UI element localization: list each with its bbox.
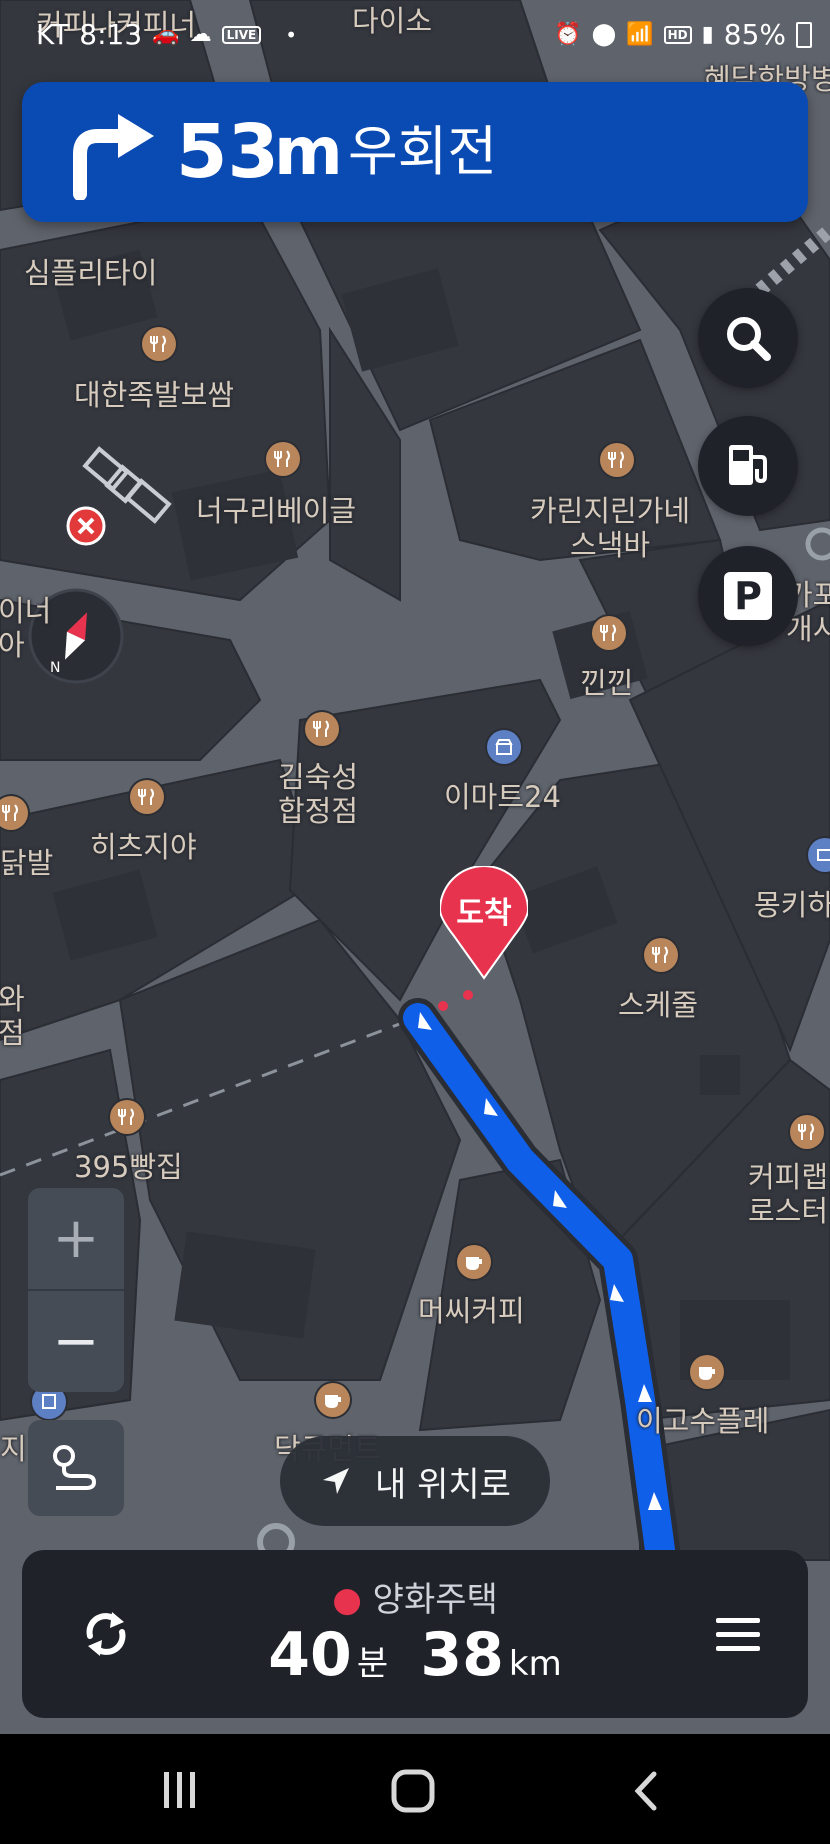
restaurant-icon[interactable] bbox=[644, 938, 678, 972]
zoom-controls: + − bbox=[28, 1188, 124, 1392]
location-arrow-icon bbox=[323, 1468, 350, 1494]
eta-value: 40 bbox=[268, 1620, 352, 1690]
menu-button[interactable] bbox=[698, 1594, 778, 1674]
destination-name: 양화주택 bbox=[372, 1580, 498, 1620]
poi-label[interactable]: 닭발 bbox=[0, 846, 53, 880]
poi-label[interactable]: 김숙성 합정점 bbox=[278, 760, 358, 828]
arrival-marker[interactable]: 도착 bbox=[440, 866, 528, 982]
restaurant-icon[interactable] bbox=[305, 712, 339, 746]
battery-label: 85% bbox=[723, 18, 786, 51]
poi-label[interactable]: 몽키하 bbox=[754, 888, 830, 922]
trip-summary-panel: ● 양화주택 40 분 38 km bbox=[22, 1550, 808, 1718]
cafe-icon[interactable] bbox=[457, 1245, 491, 1279]
turn-instruction-text: 우회전 bbox=[348, 120, 498, 183]
plus-icon: + bbox=[52, 1205, 100, 1271]
menu-icon bbox=[716, 1618, 760, 1651]
poi-label[interactable]: 히츠지야 bbox=[90, 830, 197, 864]
zoom-in-button[interactable]: + bbox=[28, 1188, 124, 1291]
time-label: 8:13 bbox=[79, 18, 143, 51]
turn-instruction-banner[interactable]: 53 m 우회전 bbox=[22, 82, 808, 222]
poi-label[interactable]: 이마트24 bbox=[444, 780, 561, 814]
eta-row: 40 분 38 km bbox=[22, 1620, 808, 1690]
store-icon[interactable] bbox=[487, 730, 521, 764]
poi-label[interactable]: 낀낀 bbox=[580, 666, 633, 700]
recent-apps-icon[interactable] bbox=[158, 1770, 202, 1810]
my-location-button[interactable]: 내 위치로 bbox=[280, 1436, 550, 1526]
search-icon bbox=[727, 317, 771, 361]
restaurant-icon[interactable] bbox=[592, 616, 626, 650]
restaurant-icon[interactable] bbox=[600, 443, 634, 477]
search-button[interactable] bbox=[698, 288, 798, 388]
back-icon[interactable] bbox=[630, 1770, 660, 1812]
gas-station-button[interactable] bbox=[698, 416, 798, 516]
cafe-icon[interactable] bbox=[316, 1383, 350, 1417]
my-location-label: 내 위치로 bbox=[375, 1464, 511, 1505]
poi-label[interactable]: 심플리타이 bbox=[24, 256, 157, 290]
restaurant-icon[interactable] bbox=[130, 780, 164, 814]
route-overview-button[interactable] bbox=[28, 1420, 124, 1516]
system-navigation-bar bbox=[0, 1734, 830, 1844]
battery-icon bbox=[796, 21, 812, 48]
navigation-screen: N 커피나커피너 다이소 혜담한방병 심플리타이 대한족발보쌈 너구리베이글 카… bbox=[0, 0, 830, 1844]
poi-label[interactable]: 이고수플레 bbox=[636, 1404, 769, 1438]
poi-label[interactable]: 395빵집 bbox=[74, 1150, 183, 1184]
restaurant-icon[interactable] bbox=[790, 1115, 824, 1149]
status-bar: KT 8:13 🚗 ☁ LIVE • ⏰ ⬤ 📶 HD ▮ 85% bbox=[0, 0, 830, 66]
remaining-distance-unit: km bbox=[508, 1644, 562, 1684]
poi-label[interactable]: 카린지린가네 스낵바 bbox=[530, 494, 690, 562]
cloud-icon: ☁ bbox=[189, 22, 212, 47]
poi-label[interactable]: 대한족발보쌈 bbox=[74, 378, 234, 412]
poi-label[interactable]: 지 bbox=[0, 1432, 27, 1466]
poi-label[interactable]: 이너 아 bbox=[0, 594, 51, 662]
arrival-label: 도착 bbox=[456, 896, 512, 931]
car-icon: 🚗 bbox=[152, 22, 180, 47]
signal-icon: ▮ bbox=[701, 22, 714, 47]
poi-label[interactable]: 머씨커피 bbox=[418, 1294, 525, 1328]
poi-label[interactable]: 너구리베이글 bbox=[196, 494, 356, 528]
svg-text:N: N bbox=[50, 660, 60, 676]
remaining-distance-value: 38 bbox=[420, 1620, 504, 1690]
zoom-out-button[interactable]: − bbox=[28, 1291, 124, 1392]
turn-right-icon bbox=[73, 114, 154, 200]
minus-icon: − bbox=[52, 1308, 100, 1374]
destination-row[interactable]: ● 양화주택 bbox=[22, 1572, 808, 1621]
fuel-icon bbox=[729, 445, 767, 485]
restaurant-icon[interactable] bbox=[142, 327, 176, 361]
hd-icon: HD bbox=[663, 25, 692, 44]
poi-label[interactable]: 와 점 bbox=[0, 982, 25, 1050]
wifi-icon: 📶 bbox=[626, 22, 654, 47]
dot-icon: • bbox=[285, 22, 297, 47]
distance-to-turn: 53 bbox=[176, 109, 279, 195]
alarm-icon: ⏰ bbox=[554, 22, 582, 47]
destination-pin-icon: ● bbox=[332, 1580, 362, 1620]
poi-label[interactable]: 스케줄 bbox=[618, 988, 698, 1022]
route-icon bbox=[53, 1445, 97, 1490]
restaurant-icon[interactable] bbox=[266, 442, 300, 476]
parking-icon: P bbox=[724, 572, 772, 620]
home-icon[interactable] bbox=[390, 1768, 436, 1814]
restaurant-icon[interactable] bbox=[110, 1100, 144, 1134]
poi-label[interactable]: 커피랩 로스터 bbox=[748, 1160, 828, 1228]
eta-unit: 분 bbox=[356, 1644, 389, 1684]
parking-button[interactable]: P bbox=[698, 546, 798, 646]
live-icon: LIVE bbox=[221, 25, 262, 44]
carrier-label: KT bbox=[36, 18, 70, 51]
distance-unit: m bbox=[274, 113, 343, 190]
cafe-icon[interactable] bbox=[690, 1355, 724, 1389]
location-icon: ⬤ bbox=[591, 22, 617, 47]
